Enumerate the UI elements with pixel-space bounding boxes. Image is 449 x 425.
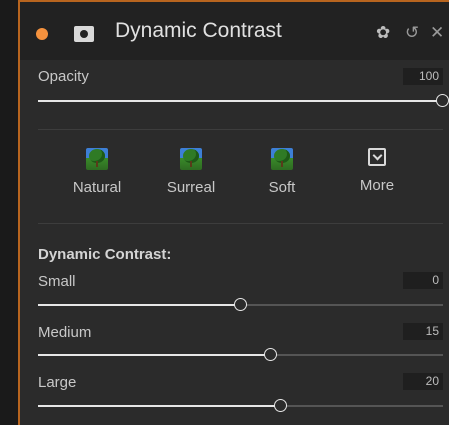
small-slider[interactable] [38,298,443,311]
section-title: Dynamic Contrast: [38,246,172,263]
undo-icon[interactable]: ↺ [405,22,419,44]
large-label: Large [38,374,77,391]
large-slider[interactable] [38,399,443,412]
dynamic-contrast-panel: Dynamic Contrast ✿ ↺ ✕ Opacity 100 Natur… [18,0,449,425]
mask-icon[interactable] [74,26,94,42]
close-icon[interactable]: ✕ [430,22,444,44]
gear-icon[interactable]: ✿ [376,22,390,44]
small-value[interactable]: 0 [403,272,443,289]
opacity-slider[interactable] [38,94,449,107]
opacity-slider-fill [38,100,443,102]
preset-soft[interactable]: Soft [237,148,327,196]
small-slider-fill [38,304,241,306]
medium-slider-knob[interactable] [263,348,277,361]
preset-surreal[interactable]: Surreal [146,148,236,196]
preset-natural[interactable]: Natural [52,148,142,196]
small-label: Small [38,273,76,290]
tree-thumbnail-icon [86,148,108,170]
medium-slider[interactable] [38,348,443,361]
medium-label: Medium [38,324,92,341]
opacity-value[interactable]: 100 [403,68,443,85]
preset-label: Natural [72,179,122,196]
large-value[interactable]: 20 [403,373,443,390]
large-slider-knob[interactable] [274,399,287,412]
small-slider-knob[interactable] [233,298,247,311]
divider [38,129,443,130]
preset-label: Soft [268,179,296,196]
opacity-label: Opacity [38,68,89,85]
tree-thumbnail-icon [271,148,293,170]
preset-label: Surreal [166,179,216,196]
opacity-slider-knob[interactable] [436,94,449,107]
large-slider-fill [38,405,281,407]
divider [38,223,443,224]
medium-value[interactable]: 15 [403,323,443,340]
panel-header: Dynamic Contrast ✿ ↺ ✕ [20,2,449,60]
medium-slider-fill [38,354,271,356]
tree-thumbnail-icon [180,148,202,170]
chevron-down-box-icon [368,148,386,166]
status-dot[interactable] [36,28,48,40]
preset-label: More [359,177,395,194]
preset-more[interactable]: More [332,148,422,194]
panel-title: Dynamic Contrast [115,19,282,42]
